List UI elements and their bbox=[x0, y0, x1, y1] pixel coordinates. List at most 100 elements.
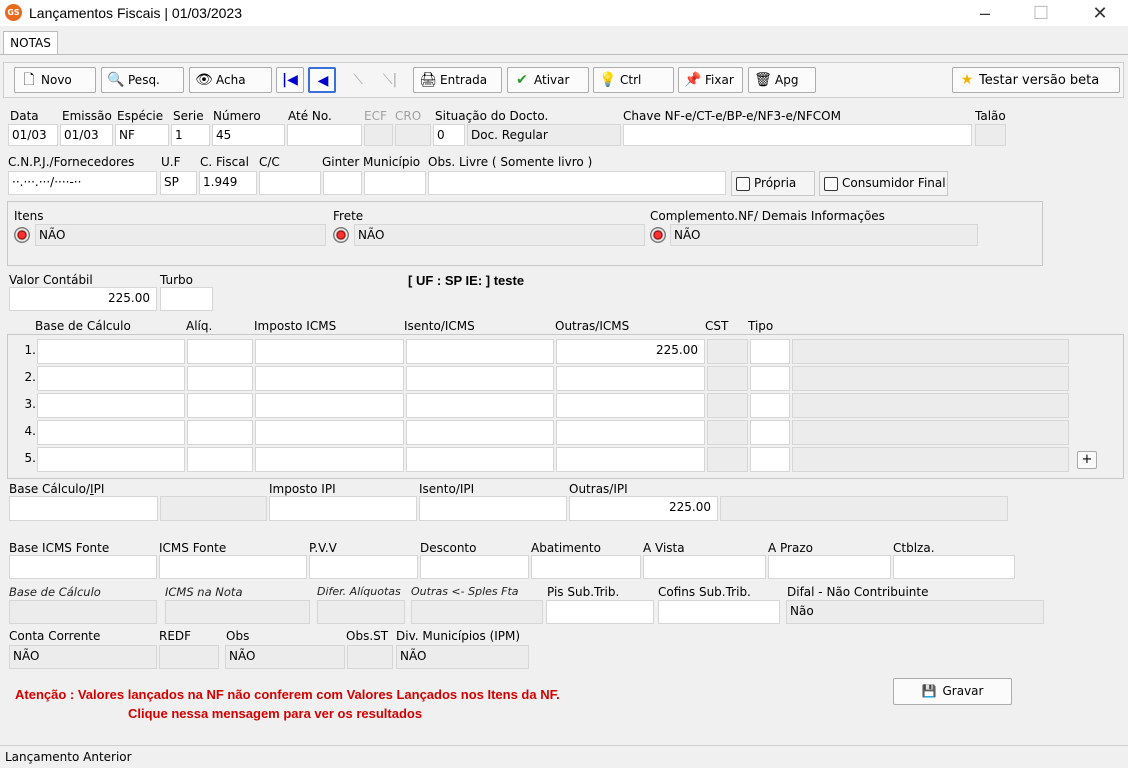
cnpj-field[interactable]: ··.···.···/····-·· bbox=[8, 171, 157, 195]
consumidor-final-checkbox[interactable]: Consumidor Final bbox=[819, 171, 948, 196]
icms-tipo-cell[interactable] bbox=[750, 420, 790, 445]
icms-aliq-cell[interactable] bbox=[187, 420, 253, 445]
icms-aliq-cell[interactable] bbox=[187, 339, 253, 364]
icms-fonte-field[interactable] bbox=[159, 555, 307, 579]
icms-outras-cell[interactable] bbox=[556, 420, 705, 445]
obs-livre-field[interactable] bbox=[428, 171, 726, 195]
ctrl-button[interactable]: 💡 Ctrl bbox=[593, 67, 674, 93]
cnpj-label: C.N.P.J./Fornecedores bbox=[8, 155, 135, 169]
aprazo-field[interactable] bbox=[768, 555, 891, 579]
icms-aliq-cell[interactable] bbox=[187, 393, 253, 418]
ctblza-field[interactable] bbox=[893, 555, 1015, 579]
ginter-field[interactable] bbox=[323, 171, 362, 195]
propria-check[interactable] bbox=[736, 177, 750, 191]
cc-field[interactable] bbox=[259, 171, 321, 195]
situacao-text-field: Doc. Regular bbox=[467, 124, 621, 146]
isento-ipi-field[interactable] bbox=[419, 496, 567, 521]
maximize-button[interactable]: ☐ bbox=[1018, 0, 1064, 26]
previous-record-button[interactable]: ◀ bbox=[308, 67, 336, 93]
apg-button[interactable]: 🗑 Apg bbox=[748, 67, 816, 93]
cofins-sub-field[interactable] bbox=[658, 600, 780, 624]
ativar-button[interactable]: ✔ Ativar bbox=[507, 67, 589, 93]
next-record-button[interactable]: ⟍ bbox=[344, 67, 372, 93]
entrada-button[interactable]: 🖨 Entrada bbox=[413, 67, 502, 93]
obs-field: NÃO bbox=[225, 645, 345, 669]
itens-radio-icon[interactable] bbox=[14, 227, 30, 243]
icms-imposto-cell[interactable] bbox=[255, 339, 404, 364]
icms-base-cell[interactable] bbox=[37, 393, 185, 418]
icms-base-cell[interactable] bbox=[37, 447, 185, 472]
icms-imposto-cell[interactable] bbox=[255, 420, 404, 445]
frete-field: NÃO bbox=[354, 224, 645, 246]
cfiscal-field[interactable]: 1.949 bbox=[199, 171, 257, 195]
imposto-ipi-field[interactable] bbox=[269, 496, 417, 521]
icms-imposto-cell[interactable] bbox=[255, 393, 404, 418]
serie-field[interactable]: 1 bbox=[171, 124, 210, 146]
icms-imposto-cell[interactable] bbox=[255, 447, 404, 472]
emissao-field[interactable]: 01/03 bbox=[60, 124, 113, 146]
chave-field[interactable] bbox=[623, 124, 972, 146]
icms-base-cell[interactable] bbox=[37, 420, 185, 445]
warning-line-2[interactable]: Clique nessa mensagem para ver os result… bbox=[128, 706, 422, 721]
icms-base-cell[interactable] bbox=[37, 339, 185, 364]
municipio-field[interactable] bbox=[364, 171, 426, 195]
outras-ipi-field[interactable]: 225.00 bbox=[569, 496, 718, 521]
close-button[interactable]: ✕ bbox=[1077, 0, 1123, 26]
icms-aliq-cell[interactable] bbox=[187, 366, 253, 391]
icms-tipo-cell[interactable] bbox=[750, 393, 790, 418]
numero-field[interactable]: 45 bbox=[212, 124, 285, 146]
pis-sub-field[interactable] bbox=[546, 600, 654, 624]
consumidor-check[interactable] bbox=[824, 177, 838, 191]
icms-tipo-cell[interactable] bbox=[750, 339, 790, 364]
fixar-button[interactable]: 📌 Fixar bbox=[678, 67, 743, 93]
propria-checkbox[interactable]: Própria bbox=[731, 171, 815, 196]
cofins-sub-label: Cofins Sub.Trib. bbox=[658, 585, 751, 599]
novo-button[interactable]: 🗋 Novo bbox=[14, 67, 96, 93]
valor-contabil-field[interactable]: 225.00 bbox=[9, 287, 157, 311]
icms-isento-cell[interactable] bbox=[406, 339, 554, 364]
abatimento-field[interactable] bbox=[531, 555, 641, 579]
testar-versao-beta-button[interactable]: ★ Testar versão beta bbox=[952, 67, 1120, 93]
icms-imposto-cell[interactable] bbox=[255, 366, 404, 391]
pvv-field[interactable] bbox=[309, 555, 418, 579]
pesq-button[interactable]: 🔍 Pesq. bbox=[101, 67, 184, 93]
especie-field[interactable]: NF bbox=[115, 124, 169, 146]
add-row-button[interactable]: + bbox=[1077, 451, 1097, 469]
complemento-radio-icon[interactable] bbox=[650, 227, 666, 243]
testar-label: Testar versão beta bbox=[979, 73, 1100, 88]
icms-base-cell[interactable] bbox=[37, 366, 185, 391]
pin-document-icon: 📌 bbox=[684, 72, 702, 88]
icms-tipo-cell[interactable] bbox=[750, 366, 790, 391]
acha-button[interactable]: 👁 Acha bbox=[189, 67, 272, 93]
icms-isento-cell[interactable] bbox=[406, 420, 554, 445]
icms-isento-cell[interactable] bbox=[406, 447, 554, 472]
uf-field[interactable]: SP bbox=[160, 171, 197, 195]
icms-tipo-cell[interactable] bbox=[750, 447, 790, 472]
turbo-field[interactable] bbox=[160, 287, 213, 311]
gravar-button[interactable]: 💾 Gravar bbox=[893, 678, 1012, 705]
base-icms-fonte-field[interactable] bbox=[9, 555, 157, 579]
ate-field[interactable] bbox=[287, 124, 362, 146]
icms-aliq-cell[interactable] bbox=[187, 447, 253, 472]
data-field[interactable]: 01/03 bbox=[8, 124, 58, 146]
frete-radio-icon[interactable] bbox=[333, 227, 349, 243]
warning-line-1[interactable]: Atenção : Valores lançados na NF não con… bbox=[15, 687, 560, 702]
avista-field[interactable] bbox=[643, 555, 766, 579]
icms-outras-cell[interactable] bbox=[556, 393, 705, 418]
icms-outras-cell[interactable] bbox=[556, 366, 705, 391]
situacao-code-field[interactable]: 0 bbox=[433, 124, 465, 146]
tab-notas[interactable]: NOTAS bbox=[3, 31, 58, 55]
icms-isento-cell[interactable] bbox=[406, 393, 554, 418]
last-record-button[interactable]: ⟍| bbox=[376, 67, 404, 93]
icms-isento-cell[interactable] bbox=[406, 366, 554, 391]
first-record-button[interactable]: |◀ bbox=[276, 67, 304, 93]
icms-outras-cell[interactable] bbox=[556, 447, 705, 472]
emissao-label: Emissão bbox=[62, 109, 112, 123]
itens-field: NÃO bbox=[35, 224, 326, 246]
ecf-field bbox=[364, 124, 393, 146]
base-ipi-field[interactable] bbox=[9, 496, 158, 521]
icms-outras-cell[interactable]: 225.00 bbox=[556, 339, 705, 364]
desconto-field[interactable] bbox=[420, 555, 529, 579]
window-title: Lançamentos Fiscais | 01/03/2023 bbox=[29, 5, 242, 21]
minimize-button[interactable]: – bbox=[962, 0, 1008, 26]
